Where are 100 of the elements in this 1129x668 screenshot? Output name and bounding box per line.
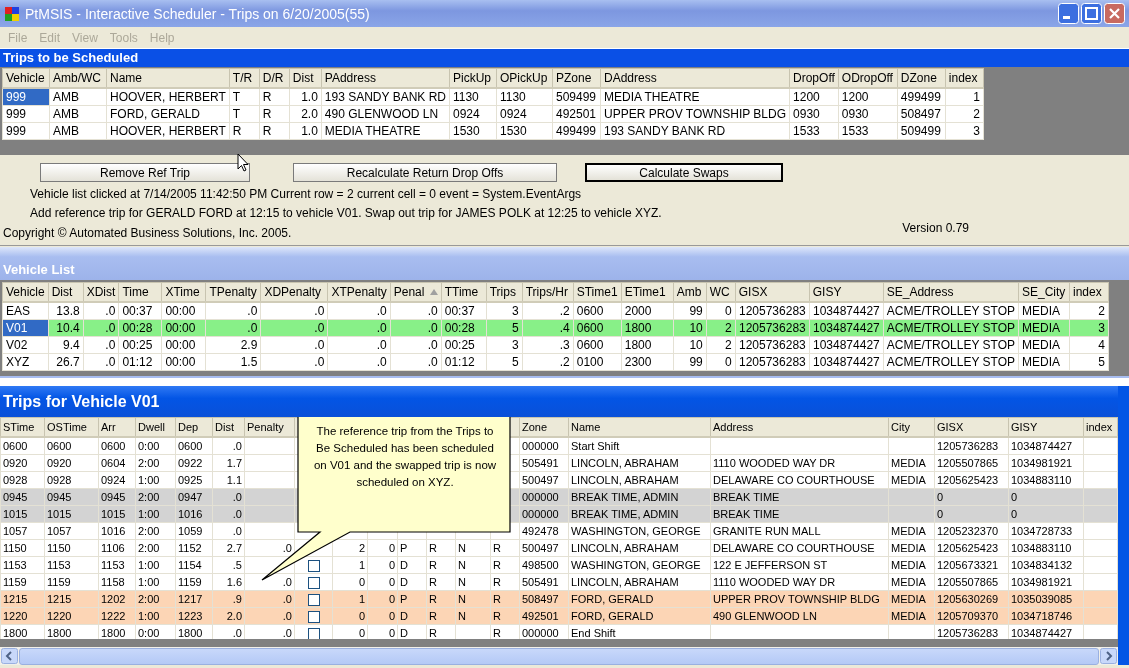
column-header[interactable]: PickUp: [449, 68, 497, 88]
table-cell: .0: [260, 353, 328, 371]
table-cell: 1034883110: [1008, 471, 1084, 489]
column-header[interactable]: D/R: [259, 68, 290, 88]
table-cell: LINCOLN, ABRAHAM: [568, 539, 711, 557]
table-row[interactable]: 999 AMB HOOVER, HERBERT R R 1.0 MEDIA THEATRE 1530 1530 499499 193 SANDY BANK RD 1533 1533 509499 3: [2, 122, 984, 140]
action-button[interactable]: Remove Ref Trip: [40, 163, 250, 182]
status-message: Add reference trip for GERALD FORD at 12:15 to vehicle V01. Swap out trip for JAMES POLK at 12:25 to vehicle XYZ.: [29, 206, 663, 220]
action-button[interactable]: Recalculate Return Drop Offs: [293, 163, 557, 182]
table-cell: MEDIA: [888, 454, 935, 472]
table-cell: 1.5: [205, 353, 261, 371]
column-header[interactable]: XDist: [83, 282, 119, 302]
action-button[interactable]: Calculate Swaps: [585, 163, 783, 182]
table-cell: D: [397, 573, 427, 591]
column-header[interactable]: Penalty: [244, 417, 295, 437]
minimize-icon[interactable]: [1058, 3, 1079, 24]
table-cell: 00:37: [441, 302, 487, 320]
column-header[interactable]: Amb: [673, 282, 707, 302]
table-cell: .0: [83, 336, 119, 354]
checkbox[interactable]: [307, 577, 320, 590]
column-header[interactable]: Name: [106, 68, 230, 88]
table-cell: 0920: [0, 454, 45, 472]
table-cell: 1: [332, 556, 368, 574]
checkbox[interactable]: [307, 594, 320, 607]
table-cell: 999: [2, 122, 50, 140]
app-icon: [4, 5, 20, 22]
column-header[interactable]: XDPenalty: [260, 282, 328, 302]
column-header[interactable]: Dist: [289, 68, 322, 88]
column-header[interactable]: WC: [706, 282, 736, 302]
table-row[interactable]: XYZ 26.7 .0 01:12 00:00 1.5 .0 .0 .0 01:12 5 .2 0100 2300 99 0 1205736283 1034874427 ACME/TROLLEY STOP MEDIA 5: [2, 353, 1109, 371]
table-cell: .0: [327, 336, 391, 354]
column-header[interactable]: Trips: [486, 282, 523, 302]
table-cell: 2.9: [205, 336, 261, 354]
column-header[interactable]: Name: [568, 417, 711, 437]
column-header[interactable]: ODropOff: [838, 68, 898, 88]
column-header[interactable]: Time: [118, 282, 162, 302]
column-header[interactable]: Dwell: [135, 417, 176, 437]
column-header[interactable]: Dist: [48, 282, 84, 302]
column-header[interactable]: City: [888, 417, 935, 437]
column-header[interactable]: Dep: [175, 417, 213, 437]
column-header[interactable]: TPenalty: [205, 282, 261, 302]
column-header[interactable]: GISY: [809, 282, 884, 302]
column-header[interactable]: Zone: [519, 417, 569, 437]
column-header[interactable]: index: [945, 68, 984, 88]
column-header[interactable]: T/R: [229, 68, 260, 88]
column-header[interactable]: GISX: [934, 417, 1009, 437]
column-header[interactable]: STime1: [573, 282, 622, 302]
column-header[interactable]: SE_City: [1018, 282, 1070, 302]
table-cell: 1153: [44, 556, 99, 574]
column-header[interactable]: DZone: [897, 68, 946, 88]
column-header[interactable]: index: [1069, 282, 1109, 302]
close-icon[interactable]: [1104, 3, 1125, 24]
column-header[interactable]: OSTime: [44, 417, 99, 437]
column-header[interactable]: TTime: [441, 282, 487, 302]
table-row[interactable]: 999 AMB HOOVER, HERBERT T R 1.0 193 SANDY BANK RD 1130 1130 509499 MEDIA THEATRE 1200 1200 499499 1: [2, 88, 984, 106]
table-cell: 1110 WOODED WAY DR: [710, 454, 889, 472]
column-header[interactable]: PZone: [552, 68, 601, 88]
column-header[interactable]: DropOff: [789, 68, 839, 88]
column-header[interactable]: STime: [0, 417, 45, 437]
column-header[interactable]: DAddress: [600, 68, 790, 88]
table-cell: N: [455, 556, 491, 574]
column-header[interactable]: Trips/Hr: [522, 282, 574, 302]
table-cell: 2:00: [135, 522, 176, 540]
table-cell: 99: [673, 302, 707, 320]
checkbox[interactable]: [307, 560, 320, 573]
table-cell: R: [426, 573, 456, 591]
column-header[interactable]: Amb/WC: [49, 68, 107, 88]
column-header[interactable]: GISX: [735, 282, 810, 302]
checkbox[interactable]: [307, 628, 320, 639]
column-header[interactable]: index: [1083, 417, 1118, 437]
column-header[interactable]: Penal: [390, 282, 442, 302]
scrollbar-thumb[interactable]: [19, 647, 1099, 665]
table-cell: .0: [390, 302, 442, 320]
scroll-left-button[interactable]: [1, 648, 18, 664]
column-header[interactable]: Vehicle: [2, 68, 50, 88]
table-row[interactable]: V01 10.4 .0 00:28 00:00 .0 .0 .0 .0 00:28 5 .4 0600 1800 10 2 1205736283 1034874427 ACME/TROLLEY STOP MEDIA 3: [2, 319, 1109, 337]
scroll-right-button[interactable]: [1100, 648, 1117, 664]
table-cell: 2000: [621, 302, 674, 320]
table-cell: AMB: [49, 105, 107, 123]
column-header[interactable]: SE_Address: [883, 282, 1019, 302]
column-header[interactable]: PAddress: [321, 68, 450, 88]
column-header[interactable]: Address: [710, 417, 889, 437]
table-cell: 0600: [98, 437, 136, 455]
column-header[interactable]: GISY: [1008, 417, 1084, 437]
column-header[interactable]: Dist: [212, 417, 245, 437]
table-row[interactable]: 999 AMB FORD, GERALD T R 2.0 490 GLENWOOD LN 0924 0924 492501 UPPER PROV TOWNSHIP BLDG 0930 0930 508497 2: [2, 105, 984, 123]
column-header[interactable]: OPickUp: [496, 68, 553, 88]
checkbox[interactable]: [307, 611, 320, 624]
column-header[interactable]: ETime1: [621, 282, 674, 302]
column-header[interactable]: XTime: [161, 282, 206, 302]
table-row[interactable]: EAS 13.8 .0 00:37 00:00 .0 .0 .0 .0 00:37 3 .2 0600 2000 99 0 1205736283 1034874427 ACME/TROLLEY STOP MEDIA 2: [2, 302, 1109, 320]
column-header[interactable]: Vehicle: [2, 282, 49, 302]
table-cell: 1034883110: [1008, 539, 1084, 557]
column-header[interactable]: Arr: [98, 417, 136, 437]
table-cell: 498500: [519, 556, 569, 574]
table-cell: T: [229, 88, 260, 106]
column-header[interactable]: XTPenalty: [327, 282, 391, 302]
table-cell: LINCOLN, ABRAHAM: [568, 573, 711, 591]
maximize-icon[interactable]: [1081, 3, 1102, 24]
table-row[interactable]: V02 9.4 .0 00:25 00:00 2.9 .0 .0 .0 00:25 3 .3 0600 1800 10 2 1205736283 1034874427 ACME/TROLLEY STOP MEDIA 4: [2, 336, 1109, 354]
